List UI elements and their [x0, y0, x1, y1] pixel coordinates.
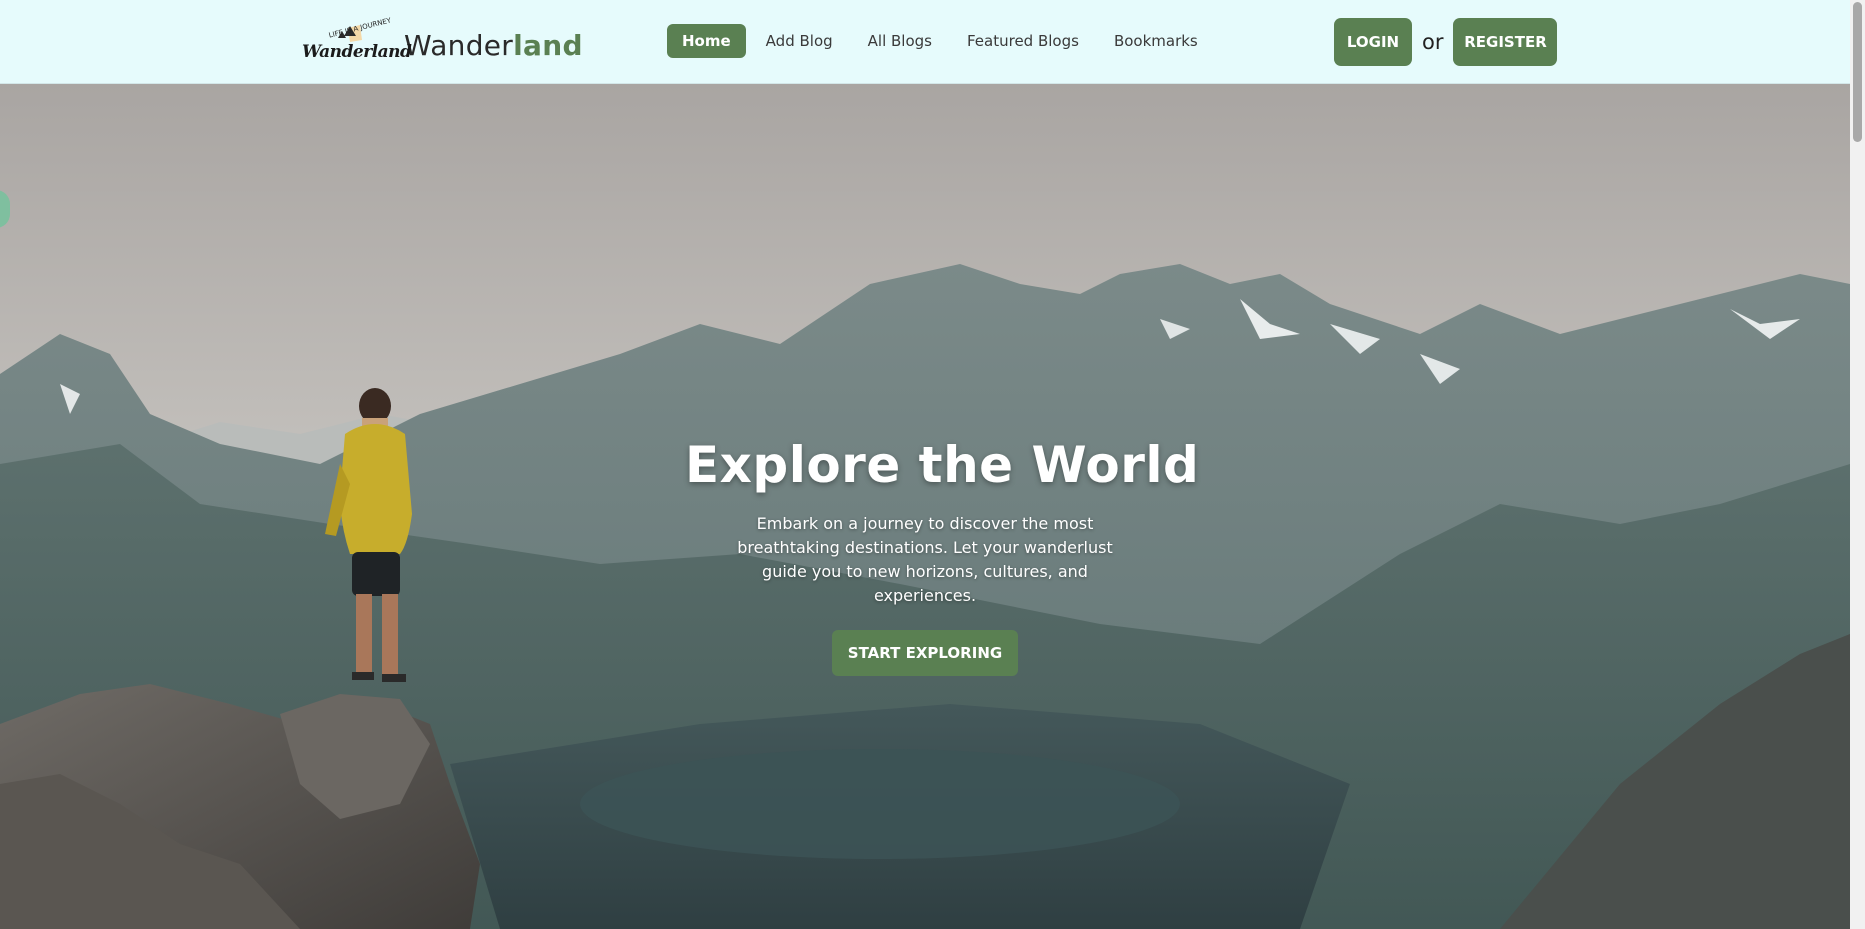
brand-name[interactable]: Wanderland	[404, 29, 583, 62]
logo-script-text: Wanderland	[302, 42, 412, 62]
nav-featured-blogs[interactable]: Featured Blogs	[952, 24, 1094, 58]
hero-title: Explore the World	[685, 436, 1200, 494]
nav-home[interactable]: Home	[667, 24, 746, 58]
brand-accent: land	[513, 28, 583, 62]
hero-subtitle: Embark on a journey to discover the most…	[737, 514, 1113, 605]
scrollbar[interactable]	[1850, 0, 1865, 929]
hero-section: Explore the World Embark on a journey to…	[0, 84, 1850, 929]
login-button[interactable]: LOGIN	[1334, 18, 1412, 66]
logo-icon[interactable]: LIFE IS A JOURNEY Wanderland	[300, 16, 412, 68]
nav-add-blog[interactable]: Add Blog	[751, 24, 848, 58]
hero-content: Explore the World Embark on a journey to…	[685, 436, 1200, 676]
start-exploring-button[interactable]: START EXPLORING	[831, 630, 1019, 676]
brand[interactable]: LIFE IS A JOURNEY Wanderland Wanderland	[300, 16, 583, 68]
auth-group: LOGIN or REGISTER	[1334, 18, 1558, 66]
navbar: LIFE IS A JOURNEY Wanderland Wanderland …	[0, 0, 1850, 84]
nav-all-blogs[interactable]: All Blogs	[853, 24, 947, 58]
nav-bookmarks[interactable]: Bookmarks	[1099, 24, 1213, 58]
scrollbar-thumb[interactable]	[1853, 2, 1862, 142]
main-nav: Home Add Blog All Blogs Featured Blogs B…	[667, 24, 1218, 58]
or-separator: or	[1422, 30, 1444, 54]
brand-prefix: Wander	[404, 28, 514, 62]
register-button[interactable]: REGISTER	[1453, 18, 1558, 66]
